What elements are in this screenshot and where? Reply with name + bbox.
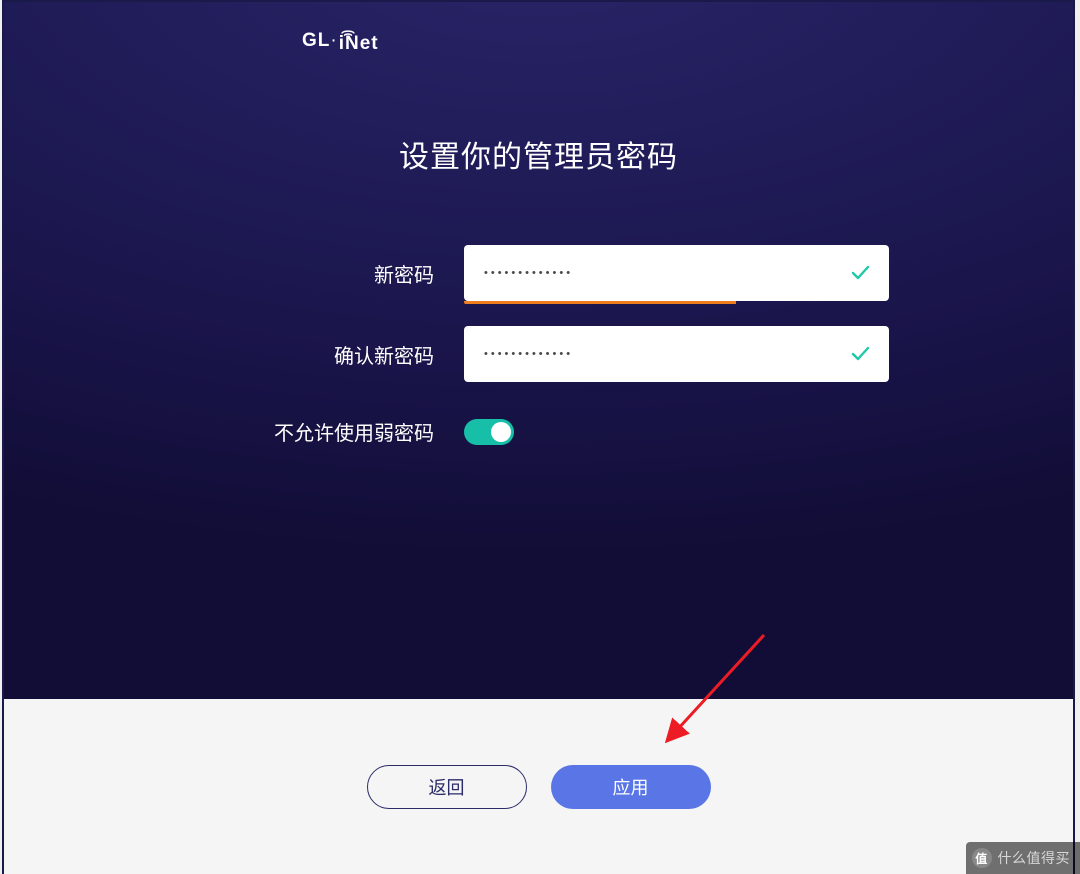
brand-logo: GL · iNet <box>302 30 379 52</box>
brand-suffix-wrap: iNet <box>339 30 379 52</box>
new-password-label: 新密码 <box>274 259 464 288</box>
watermark: 值 什么值得买 <box>966 842 1080 874</box>
back-button[interactable]: 返回 <box>367 765 527 809</box>
page-title: 设置你的管理员密码 <box>4 132 1073 176</box>
main-panel: GL · iNet 设置你的管理员密码 新密码 ••••••••••••• <box>4 2 1073 699</box>
watermark-badge: 值 <box>972 848 992 868</box>
row-weak-password-toggle: 不允许使用弱密码 <box>274 417 514 446</box>
setup-wizard-frame: GL · iNet 设置你的管理员密码 新密码 ••••••••••••• <box>2 0 1075 874</box>
weak-password-label: 不允许使用弱密码 <box>274 417 464 446</box>
weak-password-toggle[interactable] <box>464 419 514 445</box>
toggle-knob <box>491 422 511 442</box>
new-password-input-wrap: ••••••••••••• <box>464 245 889 301</box>
brand-dot: · <box>330 30 337 52</box>
password-strength-bar <box>464 301 736 304</box>
confirm-password-input[interactable] <box>464 326 889 382</box>
confirm-password-label: 确认新密码 <box>274 340 464 369</box>
check-icon <box>849 262 871 284</box>
brand-prefix: GL <box>302 30 330 52</box>
row-new-password: 新密码 ••••••••••••• <box>274 245 889 301</box>
confirm-password-input-wrap: ••••••••••••• <box>464 326 889 382</box>
watermark-text: 什么值得买 <box>998 848 1071 868</box>
row-confirm-password: 确认新密码 ••••••••••••• <box>274 326 889 382</box>
apply-button[interactable]: 应用 <box>551 765 711 809</box>
new-password-input[interactable] <box>464 245 889 301</box>
brand-suffix: iNet <box>339 35 379 52</box>
footer-bar: 返回 应用 <box>4 699 1073 874</box>
check-icon <box>849 343 871 365</box>
